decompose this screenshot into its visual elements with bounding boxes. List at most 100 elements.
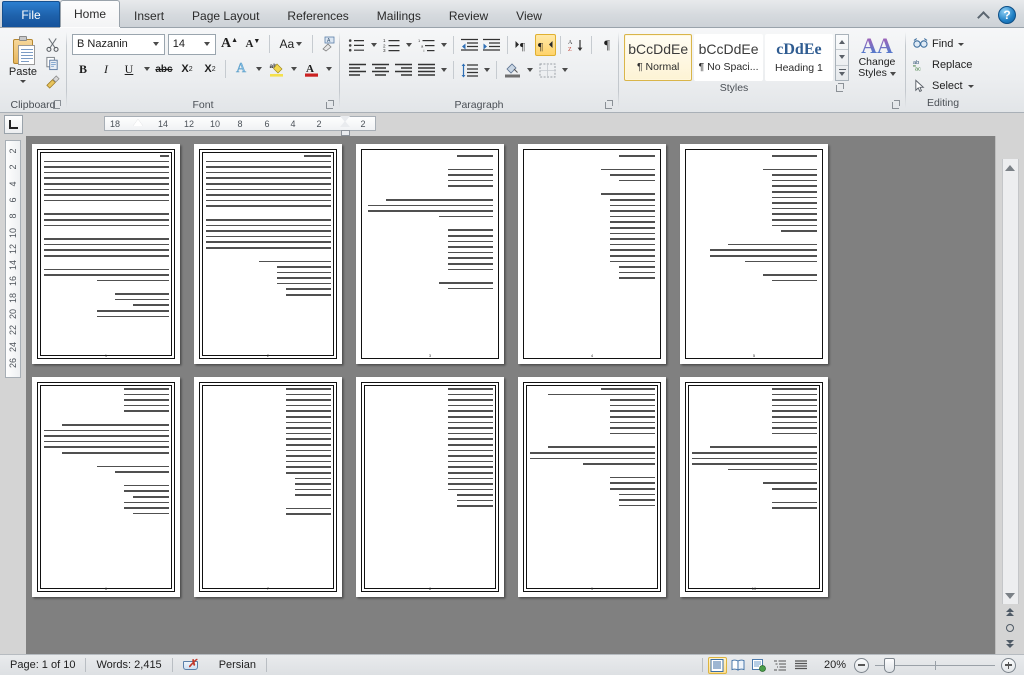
font-dialog-launcher[interactable] [324, 100, 335, 111]
shading-icon[interactable] [501, 59, 523, 81]
increase-indent-icon[interactable] [481, 34, 503, 56]
document-page[interactable]: 3 [356, 144, 504, 364]
change-case-button[interactable]: Aa [276, 33, 306, 55]
numbering-icon[interactable]: 123 [381, 34, 403, 56]
highlight-dropdown-icon[interactable] [288, 58, 299, 80]
superscript-button[interactable]: X2 [199, 58, 221, 80]
strikethrough-button[interactable]: abc [153, 58, 175, 80]
font-color-dropdown-icon[interactable] [323, 58, 334, 80]
document-page[interactable]: 2 [194, 144, 342, 364]
word-count[interactable]: Words: 2,415 [86, 655, 171, 675]
find-button[interactable]: Find [910, 34, 980, 54]
font-size-dropdown-icon[interactable] [201, 42, 213, 46]
font-name-dropdown-icon[interactable] [150, 42, 162, 46]
page-indicator[interactable]: Page: 1 of 10 [0, 655, 85, 675]
text-effects-icon[interactable]: A [230, 58, 252, 80]
tab-insert[interactable]: Insert [120, 3, 178, 27]
copy-icon[interactable] [42, 54, 62, 73]
align-center-icon[interactable] [369, 59, 391, 81]
select-dropdown-icon[interactable] [967, 84, 974, 88]
italic-button[interactable]: I [95, 58, 117, 80]
numbering-dropdown-icon[interactable] [404, 34, 415, 56]
paragraph-dialog-launcher[interactable] [603, 100, 614, 111]
borders-dropdown-icon[interactable] [559, 59, 570, 81]
shading-dropdown-icon[interactable] [524, 59, 535, 81]
tab-review[interactable]: Review [435, 3, 502, 27]
scroll-up-arrow[interactable] [1002, 159, 1019, 176]
underline-button[interactable]: U [118, 58, 140, 80]
font-size-combo[interactable]: 14 [167, 33, 217, 55]
borders-icon[interactable] [536, 59, 558, 81]
show-formatting-marks-icon[interactable]: ¶ [596, 34, 618, 56]
tab-page-layout[interactable]: Page Layout [178, 3, 273, 27]
cut-icon[interactable] [42, 35, 62, 54]
document-page[interactable]: 7 [194, 377, 342, 597]
multilevel-dropdown-icon[interactable] [438, 34, 449, 56]
select-browse-object-button[interactable] [1002, 620, 1019, 636]
document-page[interactable]: 4 [518, 144, 666, 364]
find-dropdown-icon[interactable] [958, 42, 965, 46]
view-outline[interactable] [771, 657, 790, 674]
justify-icon[interactable] [415, 59, 437, 81]
format-painter-icon[interactable] [42, 73, 62, 92]
zoom-slider-track[interactable] [875, 657, 995, 673]
style-no-spacing[interactable]: bCcDdEe ¶ No Spaci... [694, 34, 763, 81]
tab-mailings[interactable]: Mailings [363, 3, 435, 27]
change-styles-button[interactable]: AA Change Styles [858, 33, 896, 79]
replace-button[interactable]: ab ac Replace [910, 55, 980, 75]
proofing-status[interactable]: ✗ [173, 655, 209, 675]
left-to-right-icon[interactable]: ¶ [512, 34, 534, 56]
document-page[interactable]: 10 [680, 377, 828, 597]
change-styles-dropdown-icon[interactable] [889, 68, 896, 79]
sort-icon[interactable]: AZ [565, 34, 587, 56]
document-page[interactable]: 1 [32, 144, 180, 364]
document-page[interactable]: 8 [356, 377, 504, 597]
font-color-icon[interactable]: A [300, 58, 322, 80]
language-indicator[interactable]: Persian [209, 655, 266, 675]
style-heading-1[interactable]: cDdEe Heading 1 [764, 34, 834, 81]
style-normal[interactable]: bCcDdEe ¶ Normal [624, 34, 693, 81]
tab-stop-selector[interactable] [4, 115, 23, 134]
paste-dropdown-icon[interactable] [20, 80, 26, 83]
zoom-percent[interactable]: 20% [816, 659, 854, 671]
underline-dropdown-icon[interactable] [141, 58, 152, 80]
document-page[interactable]: 6 [32, 377, 180, 597]
tab-view[interactable]: View [502, 3, 556, 27]
clear-formatting-icon[interactable]: A [319, 33, 339, 55]
line-spacing-dropdown-icon[interactable] [481, 59, 492, 81]
help-icon[interactable]: ? [998, 6, 1016, 24]
view-print-layout[interactable] [707, 656, 727, 674]
view-draft[interactable] [792, 657, 811, 674]
align-right-icon[interactable] [392, 59, 414, 81]
zoom-in-button[interactable] [1001, 657, 1016, 673]
clipboard-dialog-launcher[interactable] [51, 100, 62, 111]
line-spacing-icon[interactable] [458, 59, 480, 81]
justify-dropdown-icon[interactable] [438, 59, 449, 81]
styles-dialog-launcher[interactable] [834, 83, 845, 94]
scroll-down-arrow[interactable] [1002, 587, 1019, 604]
multilevel-list-icon[interactable]: 1ai [415, 34, 437, 56]
document-page[interactable]: 5 [680, 144, 828, 364]
select-button[interactable]: Select [910, 76, 980, 96]
next-page-button[interactable] [1002, 636, 1019, 652]
collapse-ribbon-icon[interactable] [976, 8, 992, 22]
grow-font-button[interactable]: A ▲ [219, 33, 239, 55]
indent-markers[interactable] [340, 115, 351, 136]
styles-more-icon[interactable] [836, 64, 849, 80]
bold-button[interactable]: B [72, 58, 94, 80]
paste-button[interactable]: Paste [4, 33, 42, 84]
view-full-screen-reading[interactable] [729, 657, 748, 674]
font-name-combo[interactable]: B Nazanin [72, 33, 165, 55]
scrollbar-track[interactable] [1001, 159, 1019, 604]
align-left-icon[interactable] [346, 59, 368, 81]
styles-scroll-down-icon[interactable] [836, 49, 849, 64]
view-web-layout[interactable] [750, 657, 769, 674]
document-canvas[interactable]: 1 2 3 4 5 6 7 8 9 10 [26, 136, 995, 654]
highlight-icon[interactable]: ab [265, 58, 287, 80]
tab-references[interactable]: References [273, 3, 362, 27]
subscript-button[interactable]: X2 [176, 58, 198, 80]
bullets-dropdown-icon[interactable] [369, 34, 380, 56]
tab-home[interactable]: Home [60, 0, 121, 27]
right-to-left-icon[interactable]: ¶ [534, 34, 557, 56]
decrease-indent-icon[interactable] [458, 34, 480, 56]
